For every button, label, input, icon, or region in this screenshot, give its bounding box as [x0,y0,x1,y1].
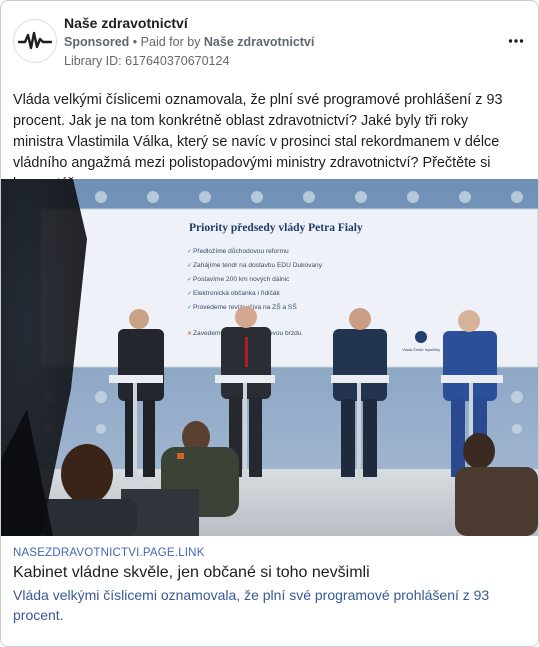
sponsored-label: Sponsored [64,35,130,49]
link-preview[interactable]: NASEZDRAVOTNICTVI.PAGE.LINK Kabinet vlád… [1,539,538,646]
slide-item-3: Postavíme 200 km nových dálnic [193,276,290,283]
paid-for-prefix: Paid for by [140,35,201,49]
slide-logo-text: Vláda České republiky [402,347,440,352]
more-options-icon[interactable] [508,33,524,44]
slide-item-1: Předložíme důchodovou reformu [193,247,289,255]
slide-item-2: Zahájíme tendr na dostavbu EDU Dukovany [193,262,323,269]
ad-image[interactable]: Priority předsedy vlády Petra Fialy Před… [1,179,538,536]
page-name[interactable]: Naše zdravotnictví [64,15,188,31]
ad-card: Naše zdravotnictví Sponsored • Paid for … [0,0,539,647]
paid-for-name: Naše zdravotnictví [203,35,315,49]
link-description: Vláda velkými číslicemi oznamovala, že p… [13,587,490,623]
svg-text:✓: ✓ [187,248,192,255]
svg-text:✓: ✓ [187,304,192,311]
slide-title: Priority předsedy vlády Petra Fialy [189,222,363,234]
svg-text:×: × [187,330,192,337]
link-domain: NASEZDRAVOTNICTVI.PAGE.LINK [13,547,205,559]
library-id: Library ID: 617640370670124 [64,54,230,68]
meta-separator: • [132,35,138,49]
svg-text:✓: ✓ [187,262,192,269]
sponsor-line: Sponsored • Paid for by Naše zdravotnict… [64,35,314,49]
svg-text:✓: ✓ [187,276,192,283]
government-logo-icon [415,331,427,343]
heartbeat-logo-icon [18,31,52,50]
slide-item-4: Elektronická občanka i řidičák [193,290,281,297]
link-title[interactable]: Kabinet vládne skvěle, jen občané si toh… [13,564,370,582]
page-avatar[interactable] [13,19,57,63]
ad-header: Naše zdravotnictví Sponsored • Paid for … [13,13,526,73]
press-conference-photo: Priority předsedy vlády Petra Fialy Před… [1,179,538,536]
svg-text:✓: ✓ [187,290,192,297]
